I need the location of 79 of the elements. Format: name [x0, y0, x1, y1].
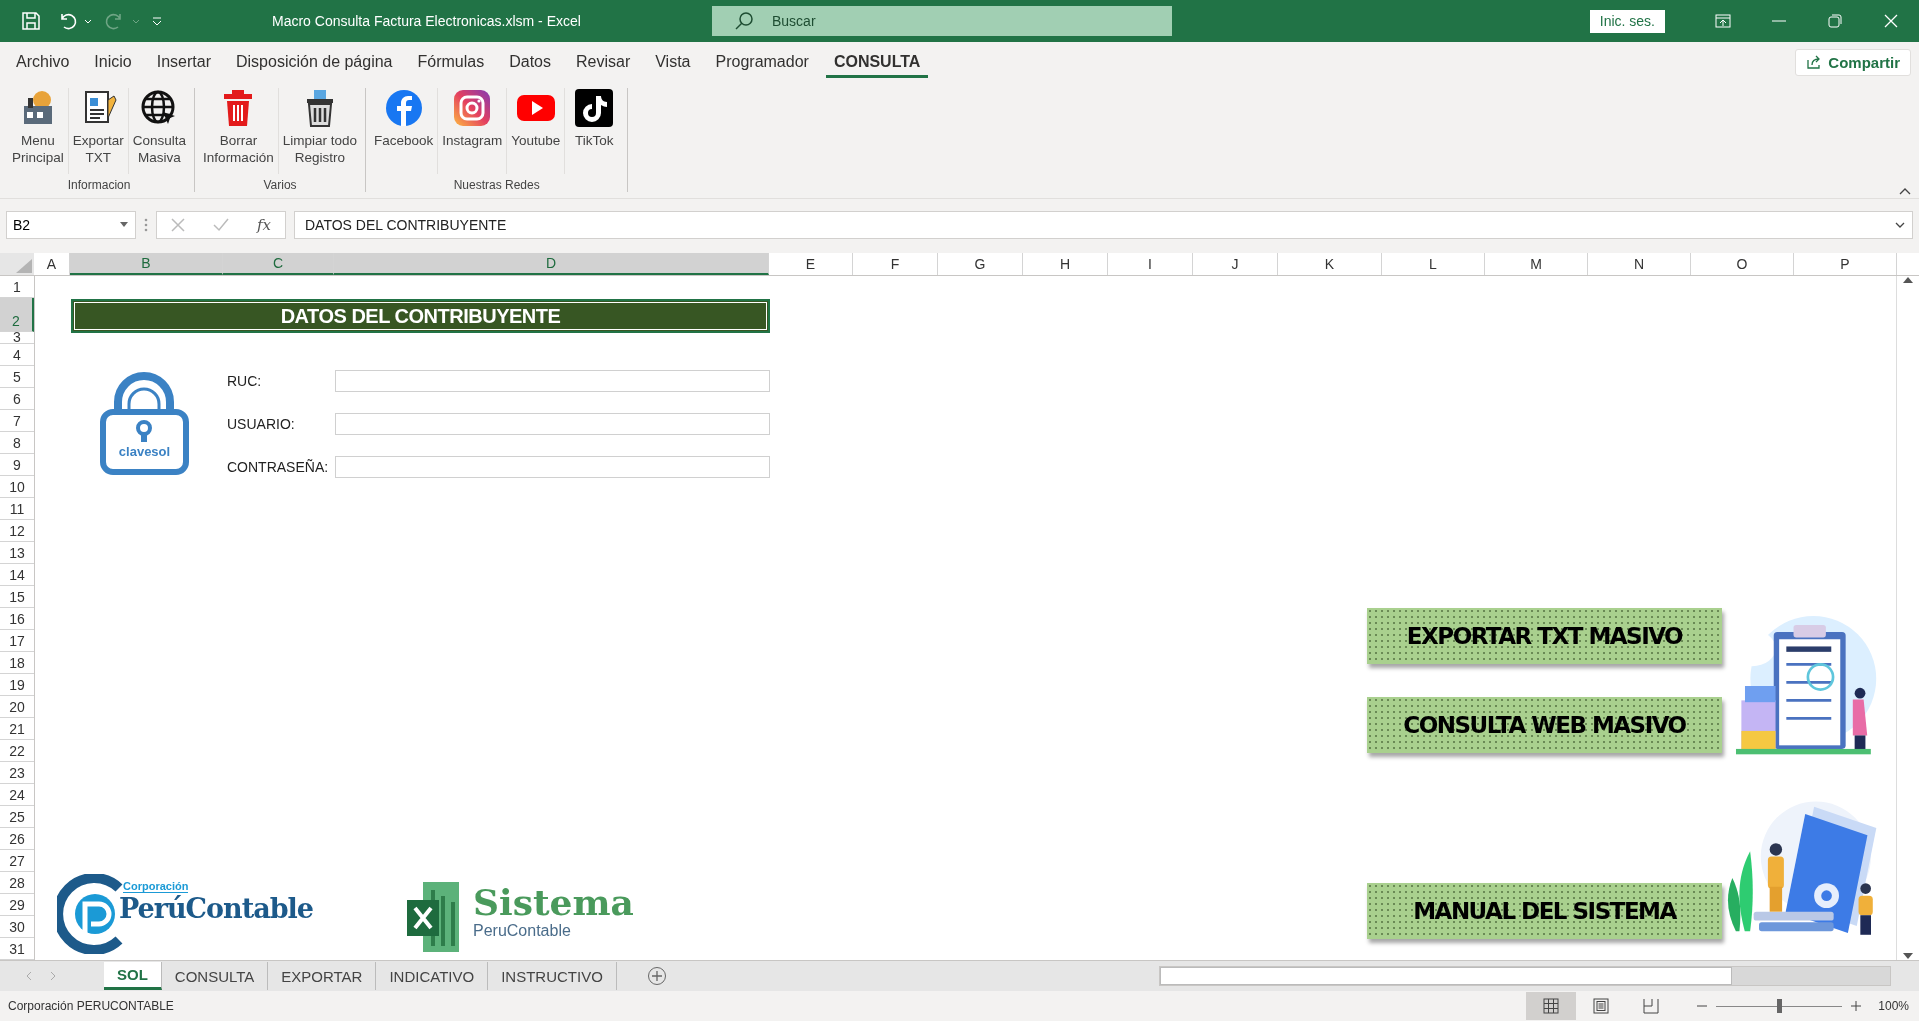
ribbon-button[interactable]: Facebook — [369, 88, 439, 174]
customize-icon[interactable] — [152, 16, 162, 26]
ribbon-button[interactable]: Limpiar todo Registro — [278, 88, 361, 174]
page-break-icon — [1643, 998, 1660, 1014]
column-header[interactable]: C — [223, 253, 334, 275]
share-icon — [1806, 54, 1823, 70]
share-button[interactable]: Compartir — [1795, 48, 1911, 76]
section-header: DATOS DEL CONTRIBUYENTE — [71, 299, 770, 333]
ribbon-button[interactable]: Borrar Información — [199, 88, 279, 174]
view-button[interactable] — [1526, 992, 1577, 1020]
sheet-tab[interactable]: SOL — [104, 962, 162, 990]
field-label: RUC: — [227, 373, 263, 389]
page-icon — [1593, 998, 1610, 1014]
menu-tab[interactable]: Disposición de página — [227, 46, 401, 78]
caret-icon — [132, 18, 140, 24]
logo-subtitle: PeruContable — [473, 922, 572, 940]
search-icon — [734, 11, 754, 31]
logo-name: PerúContable — [119, 893, 314, 924]
cancel-icon — [171, 218, 185, 232]
menu-tab[interactable]: Vista — [647, 46, 699, 78]
field-label: CONTRASEÑA: — [227, 459, 330, 475]
tiktok-icon — [574, 88, 615, 128]
ribbon-button[interactable]: Exportar TXT — [68, 88, 129, 174]
menu-tab[interactable]: Fórmulas — [409, 46, 493, 78]
zoom-label: 100% — [1878, 999, 1909, 1013]
menu-tab[interactable]: Inicio — [86, 46, 140, 78]
group-label: Nuestras Redes — [453, 178, 540, 192]
ribbon-button[interactable]: Instagram — [438, 88, 508, 174]
enter-icon — [212, 218, 229, 232]
sheet-tab[interactable]: EXPORTAR — [268, 962, 377, 990]
input-field[interactable] — [335, 456, 770, 478]
menu-tab[interactable]: Archivo — [8, 46, 78, 78]
macro-button[interactable]: EXPORTAR TXT MASIVO — [1367, 608, 1722, 664]
ribbon-button[interactable]: Consulta Masiva — [128, 88, 191, 174]
macro-button[interactable]: MANUAL DEL SISTEMA — [1367, 883, 1722, 939]
menu-tab[interactable]: Datos — [501, 46, 559, 78]
input-field[interactable] — [335, 413, 770, 435]
macro-button[interactable]: CONSULTA WEB MASIVO — [1367, 697, 1722, 753]
facebook-icon — [383, 88, 424, 128]
menu-tab[interactable]: CONSULTA — [825, 46, 929, 78]
status-text: Corporación PERUCONTABLE — [8, 999, 174, 1013]
caret-icon[interactable] — [84, 18, 92, 24]
horizontal-scrollbar[interactable] — [1159, 966, 1891, 986]
dropdown-icon[interactable] — [120, 222, 128, 227]
group-label: Informacion — [67, 178, 131, 192]
ribbon-button[interactable]: Menu Principal — [8, 88, 69, 174]
menu-tab[interactable]: Insertar — [148, 46, 219, 78]
ribbon-button[interactable]: Youtube — [507, 88, 566, 174]
input-field[interactable] — [335, 370, 770, 392]
sign-in-button[interactable]: Inic. ses. — [1589, 9, 1665, 33]
sheet-tab[interactable]: INDICATIVO — [376, 962, 489, 990]
save-icon[interactable] — [20, 10, 42, 32]
menu-tab[interactable]: Revisar — [568, 46, 639, 78]
collapse-icon[interactable] — [1899, 186, 1911, 196]
grip-icon — [144, 218, 148, 232]
formula-field[interactable]: DATOS DEL CONTRIBUYENTE — [294, 211, 1913, 239]
zoom-in-icon[interactable] — [1850, 1000, 1863, 1012]
insert-function-button[interactable]: fx — [256, 216, 271, 234]
column-header[interactable]: B — [70, 253, 223, 275]
instagram-icon — [452, 88, 493, 128]
search-field[interactable]: Buscar — [712, 6, 1172, 36]
zoom-thumb[interactable] — [1777, 999, 1783, 1013]
grid-icon — [1543, 998, 1560, 1014]
ribbon-button[interactable]: TikTok — [565, 88, 624, 174]
expand-icon[interactable] — [1895, 222, 1905, 228]
window-title: Macro Consulta Factura Electronicas.xlsm - Excel — [272, 13, 582, 29]
column-header[interactable]: D — [334, 253, 769, 275]
group-label: Varios — [263, 178, 297, 192]
row-header[interactable]: 2 — [0, 298, 34, 332]
sheet-tab[interactable]: CONSULTA — [161, 962, 269, 990]
logo-title: Sistema — [473, 882, 634, 922]
name-box[interactable]: B2 — [6, 211, 136, 239]
menu-tab[interactable]: Programador — [707, 46, 817, 78]
add-sheet-icon[interactable] — [646, 966, 667, 986]
sheet-tab[interactable]: INSTRUCTIVO — [488, 962, 617, 990]
logo-tag: Corporación — [123, 880, 189, 893]
lock-caption: clavesol — [118, 444, 171, 459]
row-header[interactable]: 3 — [0, 332, 34, 344]
field-label: USUARIO: — [227, 416, 296, 432]
